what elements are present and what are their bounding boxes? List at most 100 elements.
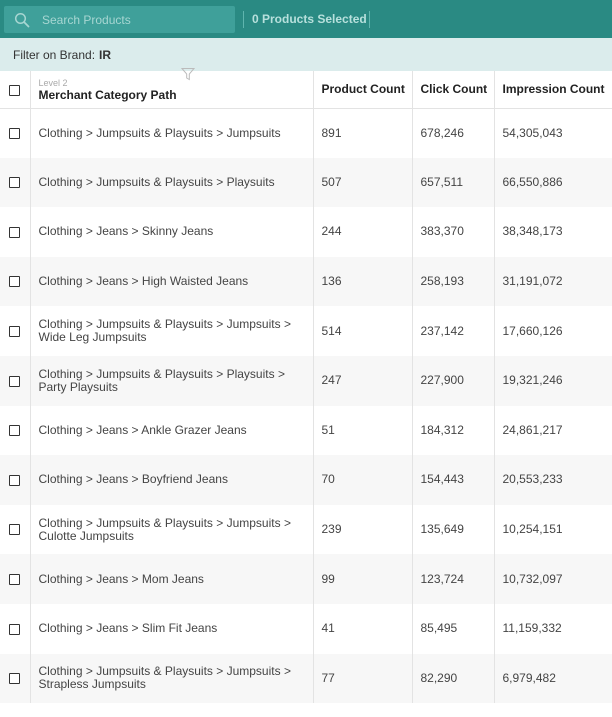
click-count-cell: 383,370 [412,207,495,257]
product-count-cell: 51 [313,405,413,456]
column-header-click-count[interactable]: Click Count [412,71,495,109]
product-count-cell: 247 [313,355,413,406]
row-checkbox[interactable] [9,326,21,337]
row-checkbox[interactable] [9,623,21,635]
row-checkbox[interactable] [9,127,21,139]
table-row[interactable]: Clothing > Jeans > Mom Jeans 99 123,724 10,… [0,554,612,604]
product-count-cell: 507 [313,157,413,208]
click-count-cell: 85,495 [412,603,495,654]
selected-products-count: 0 Products Selected [252,12,367,26]
table-row[interactable]: Clothing > Jumpsuits & Playsuits > Jumps… [0,504,612,555]
product-count-cell: 891 [313,108,413,158]
column-header-category-path[interactable]: Level 2 Merchant Category Path [30,68,314,109]
row-checkbox-cell [0,157,31,208]
column-header-impression-count[interactable]: Impression Count [494,71,612,109]
row-checkbox[interactable] [9,474,21,486]
filter-label: Filter on Brand: [13,47,96,62]
row-checkbox-cell [0,108,31,158]
table-row[interactable]: Clothing > Jeans > Slim Fit Jeans 41 85,49… [0,603,612,654]
click-count-cell: 657,511 [412,157,495,208]
filter-funnel-icon[interactable] [180,67,195,81]
category-table: Level 2 Merchant Category Path Product C… [0,68,612,704]
impression-count-cell: 66,550,886 [502,174,563,189]
impression-count-cell: 24,861,217 [502,422,563,437]
table-row[interactable]: Clothing > Jeans > Skinny Jeans 244 383,37… [0,207,612,257]
column-header-product-count[interactable]: Product Count [313,71,413,109]
impression-count-cell: 17,660,126 [502,323,563,338]
row-checkbox-cell [0,554,31,604]
impression-count-cell: 20,553,233 [502,472,563,487]
click-count-cell: 135,649 [412,504,495,555]
product-count-cell: 514 [313,306,413,356]
product-count-cell: 70 [313,455,413,505]
row-checkbox-cell [0,256,31,307]
click-count-cell: 678,246 [412,108,495,158]
product-count-cell: 41 [313,603,413,654]
impression-count-cell: 10,732,097 [502,571,563,586]
search-box[interactable] [4,6,235,33]
product-count-cell: 239 [313,504,413,555]
column-title: Merchant Category Path [38,88,177,103]
row-checkbox[interactable] [9,524,21,536]
row-checkbox-cell [0,653,31,704]
category-path-cell: Clothing > Jeans > Mom Jeans [30,554,314,604]
row-checkbox[interactable] [9,276,21,288]
row-checkbox[interactable] [9,177,21,189]
table-row[interactable]: Clothing > Jeans > Ankle Grazer Jeans 51 1… [0,405,612,456]
click-count-cell: 154,443 [412,455,495,505]
category-path-cell: Clothing > Jumpsuits & Playsuits > Jumps… [30,504,314,555]
search-icon [14,12,30,27]
table-row[interactable]: Clothing > Jumpsuits & Playsuits > Plays… [0,355,612,406]
row-checkbox-cell [0,207,31,257]
category-path-cell: Clothing > Jumpsuits & Playsuits > Plays… [30,355,314,406]
category-path-cell: Clothing > Jumpsuits & Playsuits > Jumps… [30,108,314,158]
select-all-checkbox[interactable] [9,84,21,96]
table-body: Clothing > Jumpsuits & Playsuits > Jumps… [0,108,612,704]
brand-filter-bar: Filter on Brand: IR [0,38,612,71]
table-row[interactable]: Clothing > Jumpsuits & Playsuits > Jumps… [0,108,612,158]
divider [369,11,370,28]
row-checkbox[interactable] [9,573,21,585]
impression-count-cell: 38,348,173 [502,224,563,239]
click-count-cell: 227,900 [412,355,495,406]
category-path-cell: Clothing > Jumpsuits & Playsuits > Jumps… [30,306,314,356]
row-checkbox[interactable] [9,673,21,685]
level-label: Level 2 [38,78,68,89]
click-count-cell: 237,142 [412,306,495,356]
impression-count-cell: 10,254,151 [502,522,563,537]
click-count-cell: 184,312 [412,405,495,456]
select-all-cell [0,71,31,109]
row-checkbox-cell [0,504,31,555]
row-checkbox-cell [0,355,31,406]
row-checkbox-cell [0,405,31,456]
category-path-cell: Clothing > Jumpsuits & Playsuits > Plays… [30,157,314,208]
impression-count-cell: 19,321,246 [502,373,563,388]
table-row[interactable]: Clothing > Jeans > Boyfriend Jeans 70 154,… [0,455,612,505]
table-row[interactable]: Clothing > Jumpsuits & Playsuits > Jumps… [0,653,612,704]
row-checkbox-cell [0,455,31,505]
top-toolbar: 0 Products Selected [0,0,612,38]
impression-count-cell: 11,159,332 [502,621,562,636]
product-count-cell: 99 [313,554,413,604]
filter-brand-value: IR [99,47,112,62]
table-row[interactable]: Clothing > Jumpsuits & Playsuits > Jumps… [0,306,612,356]
row-checkbox[interactable] [9,226,21,238]
product-count-cell: 244 [313,207,413,257]
category-path-cell: Clothing > Jeans > High Waisted Jeans [30,256,314,307]
click-count-cell: 82,290 [412,653,495,704]
divider [243,11,244,28]
product-count-cell: 77 [313,653,413,704]
impression-count-cell: 6,979,482 [502,670,556,685]
row-checkbox[interactable] [9,425,21,437]
table-header-row: Level 2 Merchant Category Path Product C… [0,68,612,109]
table-row[interactable]: Clothing > Jeans > High Waisted Jeans 136… [0,256,612,307]
product-count-cell: 136 [313,256,413,307]
category-path-cell: Clothing > Jeans > Skinny Jeans [30,207,314,257]
category-path-cell: Clothing > Jeans > Slim Fit Jeans [30,603,314,654]
row-checkbox-cell [0,603,31,654]
table-row[interactable]: Clothing > Jumpsuits & Playsuits > Plays… [0,157,612,208]
row-checkbox[interactable] [9,375,21,387]
category-path-cell: Clothing > Jeans > Boyfriend Jeans [30,455,314,505]
category-path-cell: Clothing > Jumpsuits & Playsuits > Jumps… [30,653,314,704]
search-input[interactable] [42,6,235,33]
